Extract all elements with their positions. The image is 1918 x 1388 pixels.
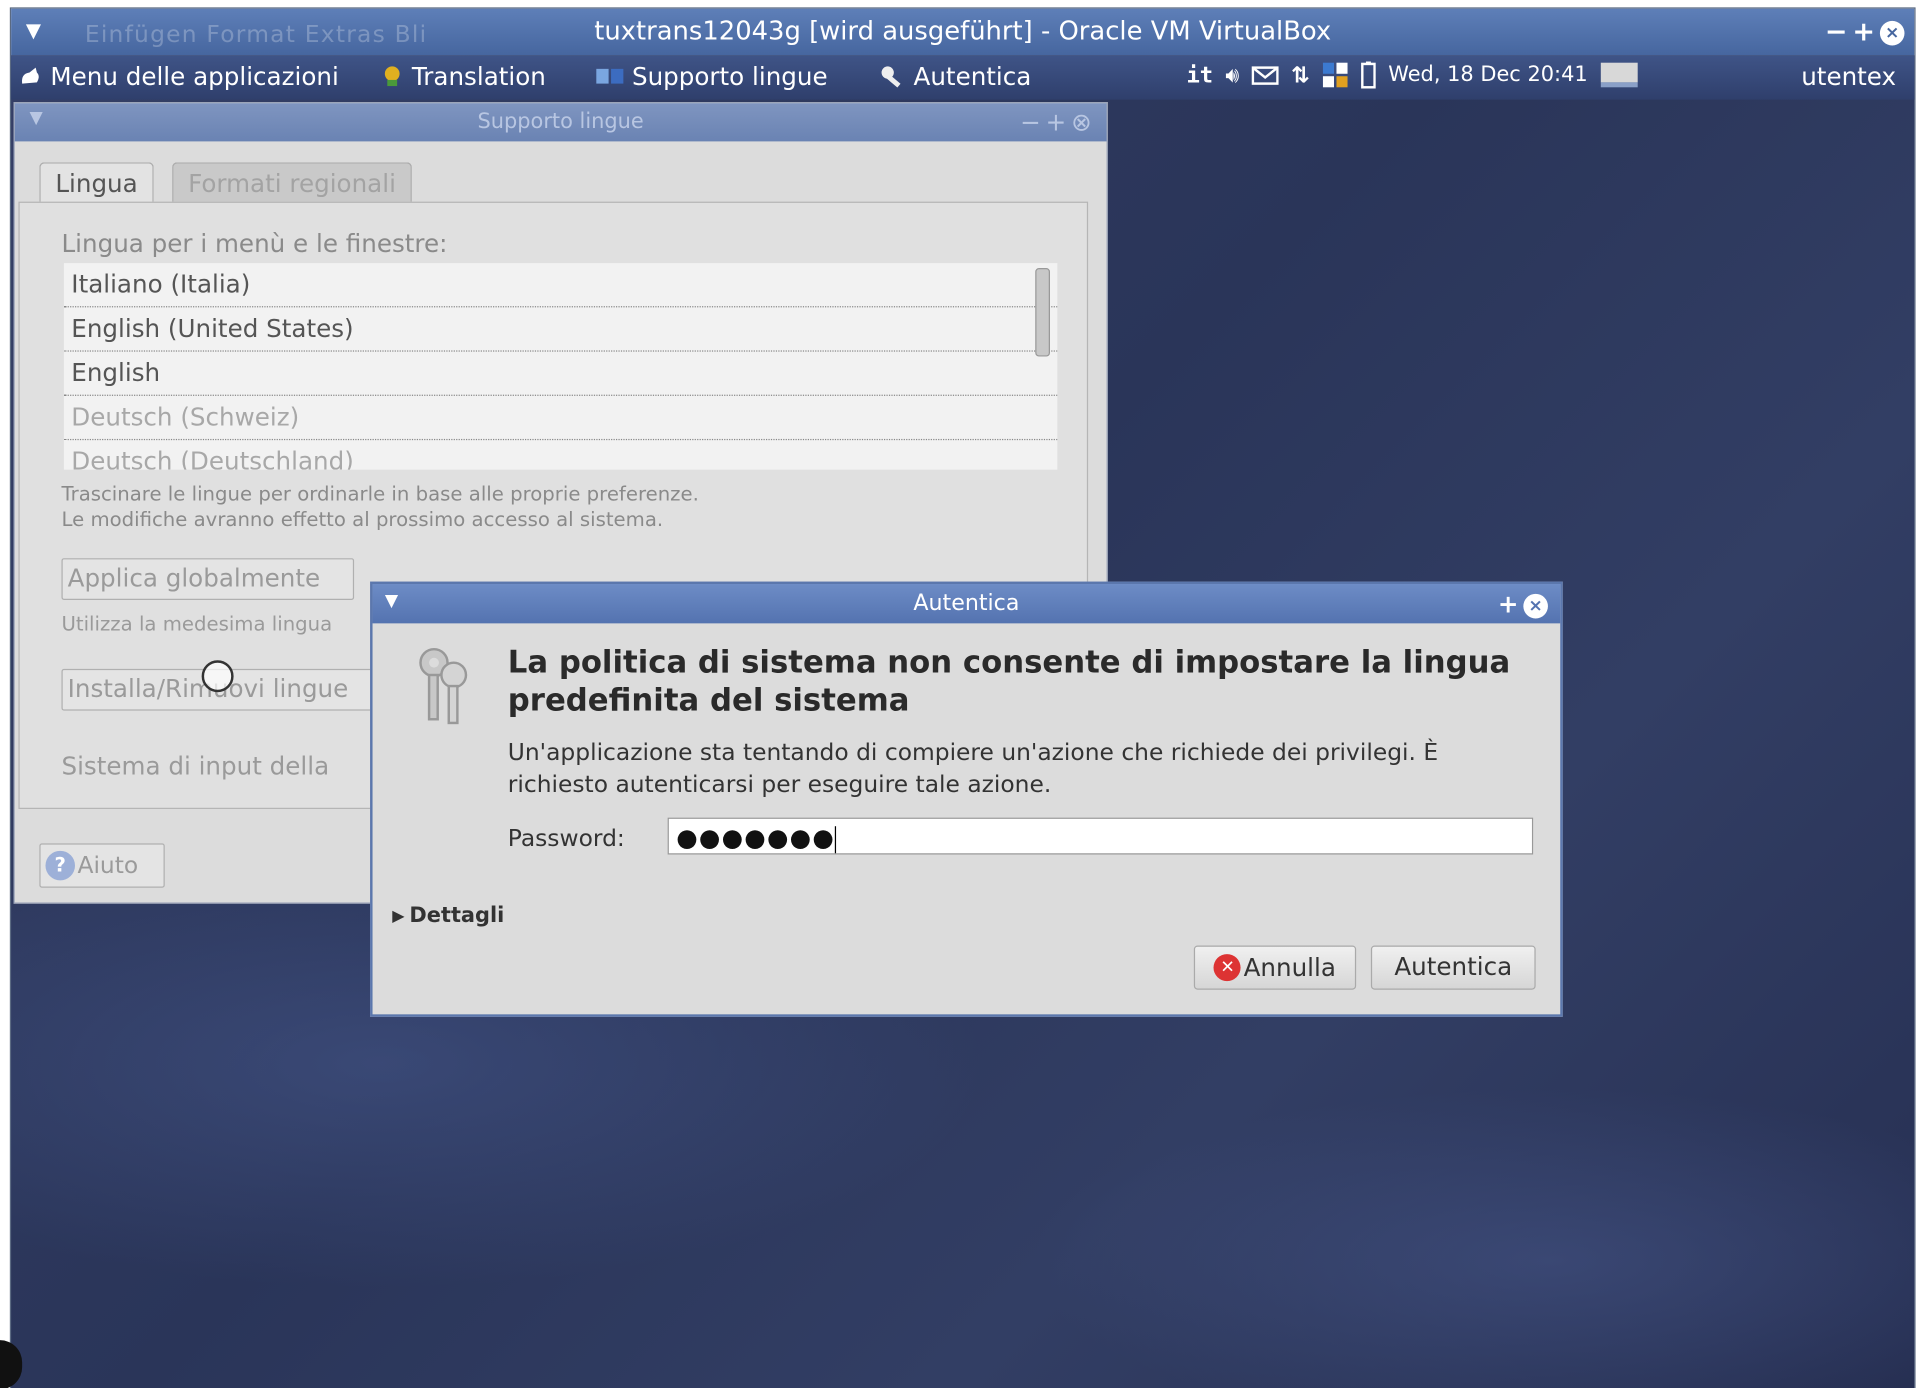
user-menu[interactable]: utentex xyxy=(1801,61,1896,91)
apply-globally-description: Utilizza la medesima lingua xyxy=(61,612,333,636)
supporto-lingue-title: Supporto lingue xyxy=(477,109,644,135)
language-list-label: Lingua per i menù e le finestre: xyxy=(61,228,448,259)
apply-globally-button[interactable]: Applica globalmente xyxy=(61,558,355,600)
autentica-label: Autentica xyxy=(913,61,1032,91)
window-controls: −+⊗ xyxy=(1020,107,1097,137)
volume-icon[interactable]: 🔊︎ xyxy=(1225,62,1239,88)
system-tray: it 🔊︎ ⇅ Wed, 18 Dec 20:41 xyxy=(1186,61,1639,89)
supporto-lingue-title-bar[interactable]: ▼ Supporto lingue −+⊗ xyxy=(14,103,1107,142)
cancel-button[interactable]: ✕ Annulla xyxy=(1193,945,1357,990)
list-scrollbar[interactable] xyxy=(1035,268,1050,357)
mail-icon[interactable] xyxy=(1251,64,1279,86)
list-item[interactable]: Italiano (Italia) xyxy=(63,263,1058,308)
screen: ▼ Einfügen Format Extras Bli tuxtrans120… xyxy=(0,0,1918,1388)
close-icon[interactable]: × xyxy=(1879,20,1905,46)
taskbar-autentica[interactable]: Autentica xyxy=(879,61,1031,91)
workspace-switcher-icon[interactable] xyxy=(1322,61,1349,88)
authentication-dialog: ▼ Autentica + × La politica di sistema no… xyxy=(370,581,1563,1017)
apps-menu-button[interactable]: Menu delle applicazioni xyxy=(18,61,339,91)
password-field[interactable]: ●●●●●●● xyxy=(667,817,1534,855)
taskbar-supporto-lingue[interactable]: Supporto lingue xyxy=(595,61,828,91)
password-value: ●●●●●●● xyxy=(676,822,836,853)
keyboard-layout-indicator[interactable]: it xyxy=(1186,62,1213,88)
hint-text: Le modifiche avranno effetto al prossimo… xyxy=(61,507,664,532)
input-system-label: Sistema di input della xyxy=(61,751,330,781)
help-button[interactable]: ? Aiuto xyxy=(39,843,165,888)
list-item[interactable]: English xyxy=(63,352,1058,396)
hint-text: Trascinare le lingue per ordinarle in ba… xyxy=(61,481,699,506)
authenticate-button[interactable]: Autentica xyxy=(1370,945,1536,990)
apps-menu-label: Menu delle applicazioni xyxy=(50,61,339,91)
language-list[interactable]: Italiano (Italia) English (United States… xyxy=(63,263,1058,470)
maximize-icon[interactable]: + xyxy=(1498,589,1524,619)
tab-lingua[interactable]: Lingua xyxy=(39,162,154,203)
top-panel: Menu delle applicazioni Translation Supp… xyxy=(11,55,1915,100)
virtualbox-window-title: tuxtrans12043g [wird ausgeführt] - Oracl… xyxy=(594,15,1332,46)
window-controls: + × xyxy=(1498,589,1548,619)
minimize-icon[interactable]: − xyxy=(1020,107,1046,137)
expander-arrow-icon: ▶ xyxy=(392,906,405,926)
keys-icon xyxy=(419,647,468,725)
xfce-mouse-icon xyxy=(21,67,39,84)
help-icon: ? xyxy=(45,850,75,881)
translation-label: Translation xyxy=(411,61,546,91)
maximize-icon[interactable]: + xyxy=(1852,17,1880,48)
auth-title: Autentica xyxy=(913,590,1020,616)
user-name: utentex xyxy=(1801,61,1897,91)
auth-title-bar[interactable]: ▼ Autentica + × xyxy=(372,584,1561,624)
guest-desktop: Menu delle applicazioni Translation Supp… xyxy=(11,55,1915,1388)
list-item[interactable]: Deutsch (Deutschland) xyxy=(64,440,1057,469)
display-icon[interactable] xyxy=(1600,61,1639,88)
list-item[interactable]: Deutsch (Schweiz) xyxy=(63,396,1058,441)
maximize-icon[interactable]: + xyxy=(1046,107,1072,137)
cancel-button-label: Annulla xyxy=(1243,952,1336,983)
details-label: Dettagli xyxy=(409,903,505,929)
virtualbox-title-bar[interactable]: ▼ Einfügen Format Extras Bli tuxtrans120… xyxy=(11,8,1915,56)
clock[interactable]: Wed, 18 Dec 20:41 xyxy=(1388,63,1587,88)
minimize-icon[interactable]: − xyxy=(1825,17,1853,48)
cancel-icon: ✕ xyxy=(1214,954,1242,982)
details-expander[interactable]: ▶ Dettagli xyxy=(392,904,504,929)
key-icon xyxy=(881,66,901,88)
auth-heading: La politica di sistema non consente di i… xyxy=(507,644,1511,719)
translation-icon xyxy=(384,66,400,87)
network-icon[interactable]: ⇅ xyxy=(1291,62,1310,88)
help-button-label: Aiuto xyxy=(77,852,139,880)
mouse-cursor xyxy=(201,660,234,693)
close-icon[interactable]: × xyxy=(1523,593,1548,618)
taskbar-translation[interactable]: Translation xyxy=(380,61,546,91)
battery-icon[interactable] xyxy=(1361,61,1376,89)
auth-message: Un'applicazione sta tentando di compiere… xyxy=(507,738,1439,798)
virtualbox-window: ▼ Einfügen Format Extras Bli tuxtrans120… xyxy=(9,7,1916,1388)
supporto-lingue-icon xyxy=(596,68,624,84)
close-icon[interactable]: ⊗ xyxy=(1071,107,1097,137)
list-item[interactable]: English (United States) xyxy=(63,307,1058,352)
window-controls: −+ × xyxy=(1825,17,1905,48)
password-label: Password: xyxy=(507,824,625,853)
tab-formati-regionali[interactable]: Formati regionali xyxy=(172,162,412,203)
supporto-lingue-label: Supporto lingue xyxy=(631,61,828,91)
